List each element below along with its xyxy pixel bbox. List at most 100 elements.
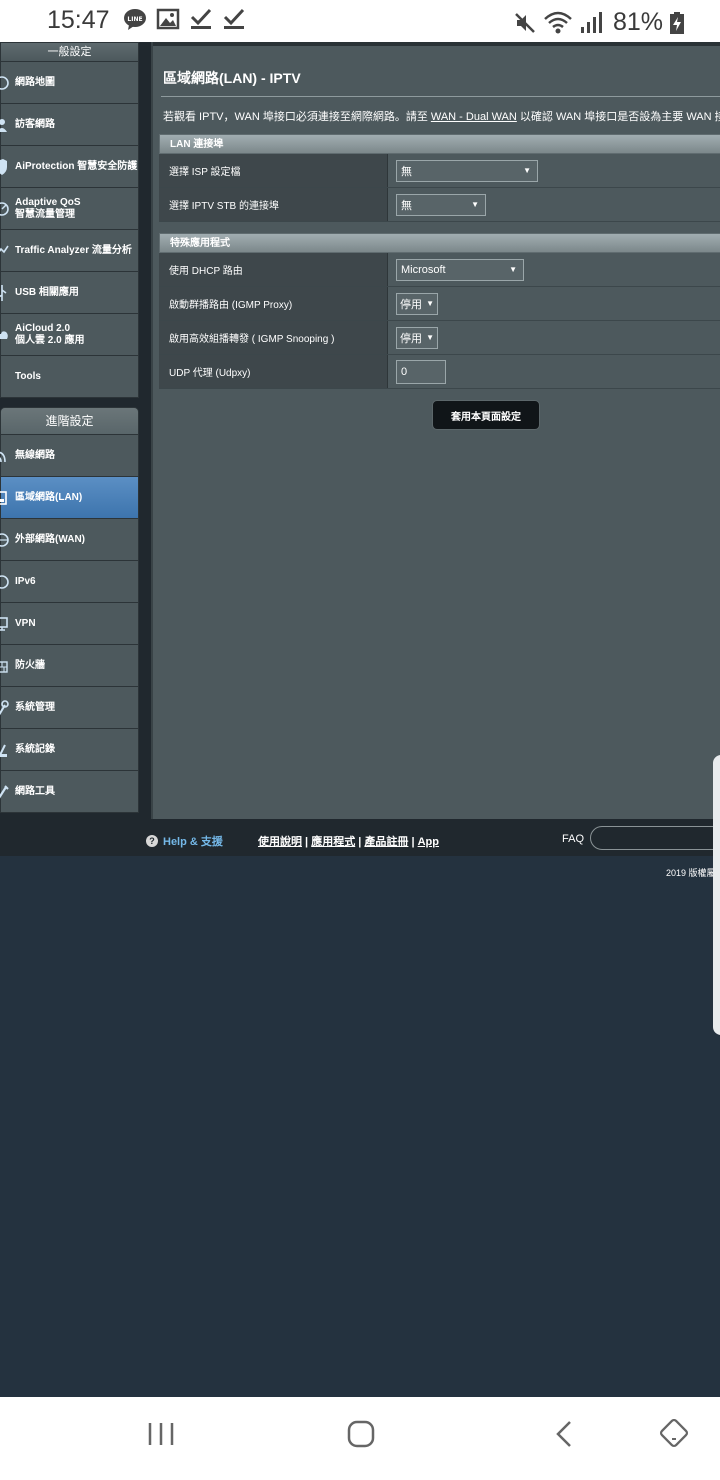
utility-link[interactable]: 應用程式	[311, 836, 355, 848]
rotate-screen-icon[interactable]	[656, 1419, 692, 1451]
sidebar-item-network-map[interactable]: 網路地圖	[0, 61, 138, 103]
sidebar-item-vpn[interactable]: VPN	[0, 602, 138, 644]
section-header: 特殊應用程式	[159, 233, 720, 253]
isp-profile-select[interactable]: 無 ▼	[396, 159, 538, 182]
isp-profile-value: 無	[401, 165, 412, 178]
faq-search-input[interactable]	[590, 826, 720, 850]
description-text: 若觀看 IPTV，WAN 埠接口必須連接至網際網路。請至	[163, 111, 431, 123]
vpn-monitor-icon	[0, 617, 8, 631]
recent-apps-icon[interactable]	[146, 1419, 176, 1449]
top-tab-strip	[153, 42, 720, 46]
system-log-icon	[0, 744, 7, 758]
dropdown-arrow-icon: ▼	[426, 299, 434, 308]
sidebar-item-firewall[interactable]: 防火牆	[0, 644, 138, 686]
copyright-text: 2019 版權屬	[666, 868, 716, 878]
battery-percent: 81%	[613, 8, 664, 36]
lan-port-section: LAN 連接埠 選擇 ISP 設定檔 無 ▼ 選擇 IPTV STB 的連接埠 無…	[159, 134, 720, 222]
sidebar-item-traffic-analyzer[interactable]: Traffic Analyzer 流量分析	[0, 229, 138, 271]
igmp-snooping-row: 啟用高效組播轉發 ( IGMP Snooping ) 停用 ▼	[159, 321, 720, 355]
wan-globe-icon	[0, 533, 9, 547]
advanced-settings-header: 進階設定	[1, 408, 138, 434]
edge-panel-handle[interactable]	[713, 755, 720, 1035]
igmp-proxy-row: 啟動群播路由 (IGMP Proxy) 停用 ▼	[159, 287, 720, 321]
dhcp-routes-select[interactable]: Microsoft ▼	[396, 258, 524, 281]
sidebar-item-aicloud[interactable]: AiCloud 2.0 個人雲 2.0 應用	[0, 313, 138, 355]
product-registration-link[interactable]: 產品註冊	[364, 836, 408, 848]
mute-icon	[515, 12, 535, 33]
dropdown-arrow-icon: ▼	[509, 265, 517, 274]
gallery-icon	[156, 8, 180, 30]
sidebar-item-usb-apps[interactable]: USB 相關應用	[0, 271, 138, 313]
apply-button[interactable]: 套用本頁面設定	[432, 400, 540, 430]
sidebar-item-guest-network[interactable]: 訪客網路	[0, 103, 138, 145]
iptv-stb-port-select[interactable]: 無 ▼	[396, 193, 486, 216]
sidebar-item-label: VPN	[15, 617, 36, 629]
sidebar-item-ipv6[interactable]: IPv6	[0, 560, 138, 602]
sidebar-item-label: 網路工具	[15, 785, 55, 797]
igmp-snooping-label: 啟用高效組播轉發 ( IGMP Snooping )	[159, 321, 388, 354]
footer-links: 使用說明 | 應用程式 | 產品註冊 | App	[258, 833, 439, 849]
lan-icon	[0, 491, 7, 505]
help-icon: ?	[146, 835, 158, 847]
main-panel: 區域網路(LAN) - IPTV 若觀看 IPTV，WAN 埠接口必須連接至網際…	[151, 42, 720, 819]
help-support-label: Help & 支援	[163, 836, 223, 848]
sidebar-item-label: AiProtection 智慧安全防護	[15, 160, 138, 172]
dropdown-arrow-icon: ▼	[523, 166, 531, 175]
qos-gauge-icon	[0, 202, 9, 216]
udpxy-row: UDP 代理 (Udpxy) 0	[159, 355, 720, 389]
dhcp-routes-label: 使用 DHCP 路由	[159, 253, 388, 286]
back-icon[interactable]	[550, 1419, 580, 1449]
sidebar-item-label: AiCloud 2.0 個人雲 2.0 應用	[15, 322, 85, 346]
sidebar-item-administration[interactable]: 系統管理	[0, 686, 138, 728]
sidebar-item-label: Traffic Analyzer 流量分析	[15, 244, 132, 256]
manual-link[interactable]: 使用說明	[258, 836, 302, 848]
sidebar-item-system-log[interactable]: 系統記錄	[0, 728, 138, 770]
sidebar-item-lan[interactable]: 區域網路(LAN)	[0, 476, 138, 518]
description-text: 以確認 WAN 埠接口是否設為主要 WAN 接口	[516, 111, 720, 123]
iptv-stb-port-label: 選擇 IPTV STB 的連接埠	[159, 188, 388, 221]
general-settings-menu: 一般設定 網路地圖 訪客網路 AiProtection 智慧安全防護 Adapt…	[0, 42, 139, 398]
sidebar-item-aiprotection[interactable]: AiProtection 智慧安全防護	[0, 145, 138, 187]
faq-label: FAQ	[562, 833, 585, 845]
sidebar-item-label: IPv6	[15, 575, 36, 587]
sidebar-item-wan[interactable]: 外部網路(WAN)	[0, 518, 138, 560]
network-tools-icon	[0, 785, 9, 799]
status-bar: 15:47 LINE 81%	[0, 0, 720, 42]
igmp-proxy-value: 停用	[400, 298, 422, 311]
line-app-icon: LINE	[124, 9, 146, 30]
home-icon[interactable]	[346, 1419, 376, 1449]
checkmark-icon	[223, 8, 245, 29]
network-map-icon	[0, 76, 9, 90]
special-apps-section: 特殊應用程式 使用 DHCP 路由 Microsoft ▼ 啟動群播路由 (IGM…	[159, 233, 720, 389]
isp-profile-label: 選擇 ISP 設定檔	[159, 154, 388, 187]
sidebar-item-adaptive-qos[interactable]: Adaptive QoS 智慧流量管理	[0, 187, 138, 229]
sidebar-item-label: 無線網路	[15, 449, 55, 461]
dropdown-arrow-icon: ▼	[426, 333, 434, 342]
sidebar-item-label: USB 相關應用	[15, 286, 79, 298]
app-link[interactable]: App	[418, 836, 439, 848]
sidebar-item-label: 區域網路(LAN)	[15, 491, 83, 503]
sidebar-item-label: 系統記錄	[15, 743, 55, 755]
help-support: ? Help & 支援	[146, 833, 223, 849]
battery-charging-icon	[670, 11, 685, 34]
iptv-description: 若觀看 IPTV，WAN 埠接口必須連接至網際網路。請至 WAN - Dual …	[163, 108, 720, 124]
system-icons: 81%	[513, 8, 685, 37]
sidebar-item-label: Adaptive QoS 智慧流量管理	[15, 196, 81, 220]
iptv-stb-port-value: 無	[401, 199, 412, 212]
advanced-settings-menu: 進階設定 無線網路 區域網路(LAN) 外部網路(WAN) IPv6 VPN 防…	[0, 407, 139, 813]
isp-profile-row: 選擇 ISP 設定檔 無 ▼	[159, 154, 720, 188]
igmp-snooping-select[interactable]: 停用 ▼	[396, 326, 438, 349]
checkmark-icon	[190, 8, 212, 29]
link-separator: |	[302, 836, 312, 848]
sidebar-item-wireless[interactable]: 無線網路	[0, 434, 138, 476]
dual-wan-link[interactable]: WAN - Dual WAN	[431, 111, 517, 123]
status-time: 15:47	[47, 6, 110, 34]
shield-icon	[0, 159, 7, 175]
igmp-proxy-select[interactable]: 停用 ▼	[396, 292, 438, 315]
sidebar-item-label: 系統管理	[15, 701, 55, 713]
sidebar-item-label: 外部網路(WAN)	[15, 533, 85, 545]
sidebar-item-tools[interactable]: Tools	[1, 355, 138, 397]
sidebar-item-network-tools[interactable]: 網路工具	[0, 770, 138, 812]
section-header: LAN 連接埠	[159, 134, 720, 154]
udpxy-port-input[interactable]: 0	[396, 359, 446, 384]
